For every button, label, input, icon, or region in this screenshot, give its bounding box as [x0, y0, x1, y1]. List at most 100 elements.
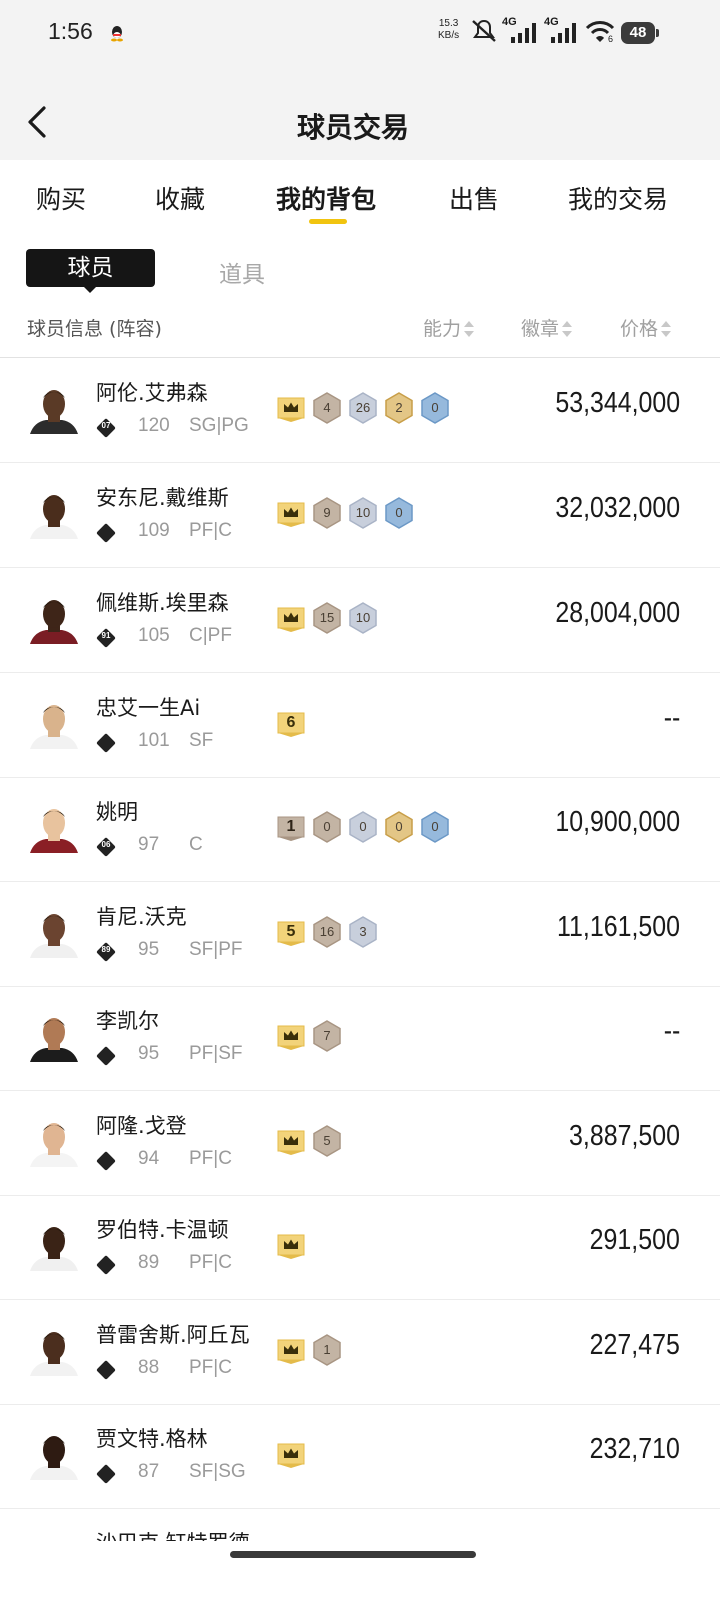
lineup-badge-icon [96, 733, 116, 753]
lineup-badge-shape [96, 523, 116, 543]
badge-count: 1 [323, 1342, 331, 1357]
player-name: 李凯尔 [96, 1009, 159, 1033]
player-avatar [30, 600, 78, 644]
wifi-label: 6 [608, 34, 614, 44]
status-time: 1:56 [48, 18, 93, 44]
sort-arrows-icon [562, 320, 573, 339]
home-indicator[interactable] [230, 1551, 476, 1558]
tab-favorites[interactable]: 收藏 [155, 180, 205, 216]
badge-count: 10 [355, 505, 371, 520]
player-name: 普雷舍斯.阿丘瓦 [96, 1323, 250, 1347]
tab-my-trades[interactable]: 我的交易 [568, 180, 668, 216]
lineup-badge-text: 89 [101, 945, 111, 954]
player-row[interactable]: 普雷舍斯.阿丘瓦 88 PF|C 1 227,475 [0, 1301, 720, 1405]
segment-players[interactable]: 球员 [26, 249, 155, 287]
player-avatar [30, 809, 78, 853]
crown-badge-icon: 6 [276, 707, 306, 739]
tab-my-bag[interactable]: 我的背包 [276, 180, 376, 216]
player-name: 贾文特.格林 [96, 1427, 208, 1451]
lineup-badge-text: 07 [101, 421, 111, 430]
player-row[interactable]: 肯尼.沃克 89 95 SF|PF 5 16 3 11,161,500 [0, 883, 720, 987]
badge-count: 5 [323, 1133, 331, 1148]
sort-badges-label: 徽章 [521, 318, 560, 340]
player-avatar [30, 495, 78, 539]
player-position: SG|PG [189, 415, 249, 436]
blue-badge-icon: 0 [420, 392, 450, 424]
player-row[interactable]: 阿隆.戈登 94 PF|C 5 3,887,500 [0, 1092, 720, 1196]
nav-bar: 球员交易 [0, 92, 720, 158]
player-price: -- [663, 1015, 680, 1047]
crown-badge-icon [276, 1438, 306, 1470]
player-price: -- [663, 702, 680, 734]
player-name: 阿隆.戈登 [96, 1114, 187, 1138]
player-row[interactable]: 阿伦.艾弗森 07 120 SG|PG 4 26 2 0 53,344,000 [0, 359, 720, 463]
player-rating: 94 [138, 1148, 160, 1169]
crown-badge-icon [276, 392, 306, 424]
badge-count: 0 [395, 819, 403, 834]
lineup-badge-icon [96, 523, 116, 543]
player-rating: 88 [138, 1357, 160, 1378]
lineup-badge-shape [96, 1255, 116, 1275]
badge-count [276, 1334, 306, 1366]
net-speed-value: 15.3 [438, 18, 459, 29]
battery-tip [656, 29, 659, 37]
page-title: 球员交易 [296, 111, 409, 144]
player-row[interactable]: 佩维斯.埃里森 91 105 C|PF 15 10 28,004,000 [0, 569, 720, 673]
player-row[interactable]: 姚明 06 97 C 1 0 0 0 0 10,900,000 [0, 778, 720, 882]
player-name: 佩维斯.埃里森 [96, 591, 229, 615]
player-row[interactable]: 贾文特.格林 87 SF|SG 232,710 [0, 1405, 720, 1509]
tab-sell[interactable]: 出售 [449, 180, 499, 216]
badge-count: 4 [323, 400, 331, 415]
badge-count: 0 [431, 819, 439, 834]
sort-price[interactable]: 价格 [620, 314, 672, 341]
player-price: 291,500 [589, 1224, 680, 1256]
lineup-badge-icon [96, 1360, 116, 1380]
bronze-badge-icon: 7 [312, 1020, 342, 1052]
silver-badge-icon: 0 [348, 811, 378, 843]
badge-count: 3 [359, 924, 367, 939]
badge-count: 0 [359, 819, 367, 834]
player-position: PF|C [189, 1357, 232, 1378]
tab-buy[interactable]: 购买 [36, 180, 86, 216]
bronze-badge-icon: 1 [312, 1334, 342, 1366]
gold-badge-icon: 2 [384, 392, 414, 424]
lineup-badge-icon: 91 [96, 628, 116, 648]
player-price: 32,032,000 [555, 492, 680, 524]
battery-icon: 48 [621, 22, 659, 44]
player-avatar [30, 705, 78, 749]
sort-ability[interactable]: 能力 [423, 314, 475, 341]
blue-badge-icon: 0 [420, 811, 450, 843]
silver-badge-icon: 10 [348, 497, 378, 529]
bronze-num-badge-icon: 1 [276, 811, 306, 843]
player-avatar [30, 1123, 78, 1167]
player-rating: 95 [138, 939, 160, 960]
badge-count [276, 1229, 306, 1261]
badge-count [276, 1438, 306, 1470]
player-avatar [30, 1227, 78, 1271]
player-avatar [30, 1018, 78, 1062]
player-row[interactable]: 忠艾一生Ai 101 SF 6 -- [0, 674, 720, 778]
column-header: 球员信息 (阵容) 能力 徽章 价格 [0, 302, 720, 358]
badge-count: 5 [286, 923, 296, 940]
segment-items[interactable]: 道具 [219, 255, 265, 289]
badge-count [276, 392, 306, 424]
player-rating: 97 [138, 834, 160, 855]
sort-badges[interactable]: 徽章 [521, 314, 573, 341]
lineup-badge-icon: 07 [96, 418, 116, 438]
player-row[interactable]: 李凯尔 95 PF|SF 7 -- [0, 987, 720, 1091]
lineup-badge-shape [96, 1360, 116, 1380]
lineup-badge-text: 06 [101, 840, 111, 849]
badge-count: 6 [286, 714, 296, 731]
badge-count: 7 [323, 1028, 331, 1043]
silver-badge-icon: 3 [348, 916, 378, 948]
crown-badge-icon [276, 497, 306, 529]
player-avatar [30, 1332, 78, 1376]
lineup-badge-icon [96, 1464, 116, 1484]
badge-count: 0 [395, 505, 403, 520]
lineup-badge-icon [96, 1151, 116, 1171]
player-row[interactable]: 安东尼.戴维斯 109 PF|C 9 10 0 32,032,000 [0, 464, 720, 568]
player-row[interactable]: 罗伯特.卡温顿 89 PF|C 291,500 [0, 1196, 720, 1300]
badge-count: 2 [395, 400, 403, 415]
lineup-badge-icon: 89 [96, 942, 116, 962]
player-position: PF|C [189, 1252, 232, 1273]
